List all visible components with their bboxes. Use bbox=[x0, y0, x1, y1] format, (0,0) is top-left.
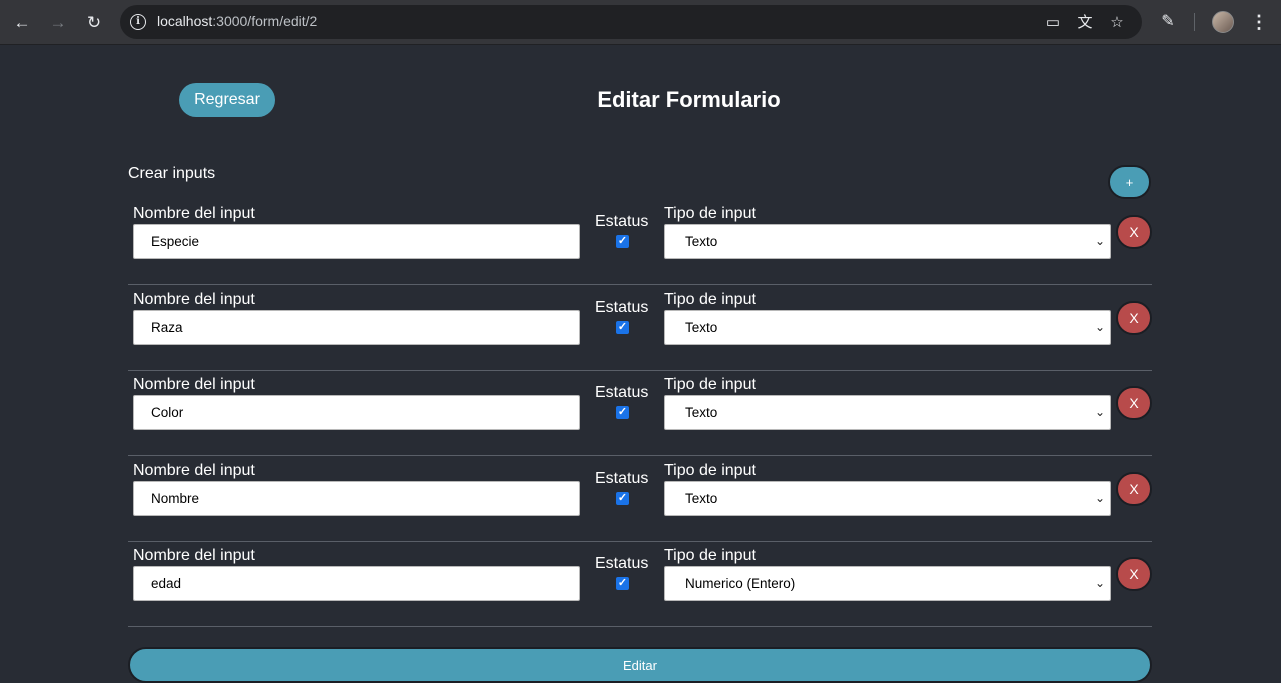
input-name-field[interactable] bbox=[133, 309, 580, 345]
delete-input-button[interactable]: X bbox=[1116, 471, 1152, 506]
translate-icon[interactable]: 文 bbox=[1076, 14, 1094, 32]
input-row: Nombre del input Estatus ✓ Tipo de input Tex… bbox=[128, 199, 1152, 285]
input-type-value: Texto bbox=[685, 234, 718, 249]
input-name-field[interactable] bbox=[133, 224, 580, 259]
status-checkbox[interactable]: ✓ bbox=[616, 491, 629, 505]
bookmark-star-icon[interactable]: ☆ bbox=[1108, 14, 1126, 32]
chevron-down-icon: ⌄ bbox=[1094, 319, 1105, 334]
status-checkbox[interactable]: ✓ bbox=[616, 406, 629, 419]
name-label: Nombre del input bbox=[133, 205, 255, 222]
input-type-value: Texto bbox=[685, 405, 718, 420]
section-label: Crear inputs bbox=[128, 165, 216, 182]
toolbar-divider bbox=[1194, 13, 1195, 31]
add-input-button[interactable]: + bbox=[1108, 165, 1151, 199]
delete-input-button[interactable]: X bbox=[1116, 300, 1152, 335]
page-content: Regresar Editar Formulario Crear inputs … bbox=[0, 46, 1281, 683]
input-type-select[interactable]: Texto ⌄ bbox=[664, 395, 1111, 430]
delete-input-button[interactable]: X bbox=[1116, 557, 1152, 591]
name-label: Nombre del input bbox=[133, 376, 255, 393]
input-row: Nombre del inputEstatus✓Tipo de inputTex… bbox=[128, 285, 1152, 371]
input-name-field[interactable] bbox=[133, 566, 580, 601]
status-label: Estatus bbox=[595, 213, 649, 230]
forward-arrow-icon[interactable]: → bbox=[47, 11, 69, 33]
input-type-select[interactable]: Texto ⌄ bbox=[664, 224, 1111, 259]
input-type-select[interactable]: Texto ⌄ bbox=[664, 309, 1111, 345]
site-info-icon[interactable]: i bbox=[130, 14, 146, 30]
name-label: Nombre del input bbox=[133, 461, 255, 479]
profile-avatar-icon[interactable] bbox=[1212, 11, 1234, 33]
browser-toolbar: ← → ↻ i localhost:3000/form/edit/2 ▭ 文 ☆… bbox=[0, 0, 1281, 45]
type-label: Tipo de input bbox=[664, 461, 756, 479]
status-label: Estatus bbox=[595, 555, 649, 572]
url-text[interactable]: localhost:3000/form/edit/2 bbox=[157, 13, 317, 29]
status-checkbox[interactable]: ✓ bbox=[616, 577, 629, 590]
input-row: Nombre del input Estatus ✓ Tipo de input Tex… bbox=[128, 370, 1152, 456]
input-type-value: Texto bbox=[685, 490, 718, 506]
input-name-field[interactable] bbox=[133, 480, 580, 516]
input-type-select[interactable]: Numerico (Entero) ⌄ bbox=[664, 566, 1111, 601]
delete-input-button[interactable]: X bbox=[1116, 215, 1152, 249]
status-label: Estatus bbox=[595, 298, 649, 316]
chevron-down-icon: ⌄ bbox=[1094, 405, 1105, 419]
input-row: Nombre del input Estatus ✓ Tipo de input Num… bbox=[128, 541, 1152, 627]
name-label: Nombre del input bbox=[133, 547, 255, 564]
url-path: :3000/form/edit/2 bbox=[212, 13, 318, 29]
delete-input-button[interactable]: X bbox=[1116, 386, 1152, 420]
name-label: Nombre del input bbox=[133, 290, 255, 308]
page-title: Editar Formulario bbox=[597, 87, 781, 112]
address-bar[interactable]: i localhost:3000/form/edit/2 ▭ 文 ☆ bbox=[120, 5, 1142, 39]
reload-icon[interactable]: ↻ bbox=[83, 11, 105, 33]
type-label: Tipo de input bbox=[664, 290, 756, 308]
chevron-down-icon: ⌄ bbox=[1094, 490, 1105, 505]
input-type-value: Texto bbox=[685, 319, 718, 335]
type-label: Tipo de input bbox=[664, 547, 756, 564]
chevron-down-icon: ⌄ bbox=[1094, 576, 1105, 590]
submit-edit-button[interactable]: Editar bbox=[128, 647, 1152, 683]
kebab-menu-icon[interactable]: ⋮ bbox=[1250, 11, 1268, 33]
install-app-icon[interactable]: ▭ bbox=[1044, 14, 1062, 32]
input-name-field[interactable] bbox=[133, 395, 580, 430]
input-type-select[interactable]: Texto ⌄ bbox=[664, 480, 1111, 516]
status-label: Estatus bbox=[595, 469, 649, 487]
status-checkbox[interactable]: ✓ bbox=[616, 235, 629, 248]
type-label: Tipo de input bbox=[664, 376, 756, 393]
status-checkbox[interactable]: ✓ bbox=[616, 320, 629, 334]
input-type-value: Numerico (Entero) bbox=[685, 576, 796, 591]
chevron-down-icon: ⌄ bbox=[1094, 234, 1105, 248]
url-host: localhost bbox=[157, 13, 213, 29]
input-row: Nombre del inputEstatus✓Tipo de inputTex… bbox=[128, 456, 1152, 542]
extensions-puzzle-icon[interactable]: ✎ bbox=[1158, 12, 1178, 32]
type-label: Tipo de input bbox=[664, 205, 756, 222]
status-label: Estatus bbox=[595, 384, 649, 401]
back-arrow-icon[interactable]: ← bbox=[11, 11, 33, 33]
